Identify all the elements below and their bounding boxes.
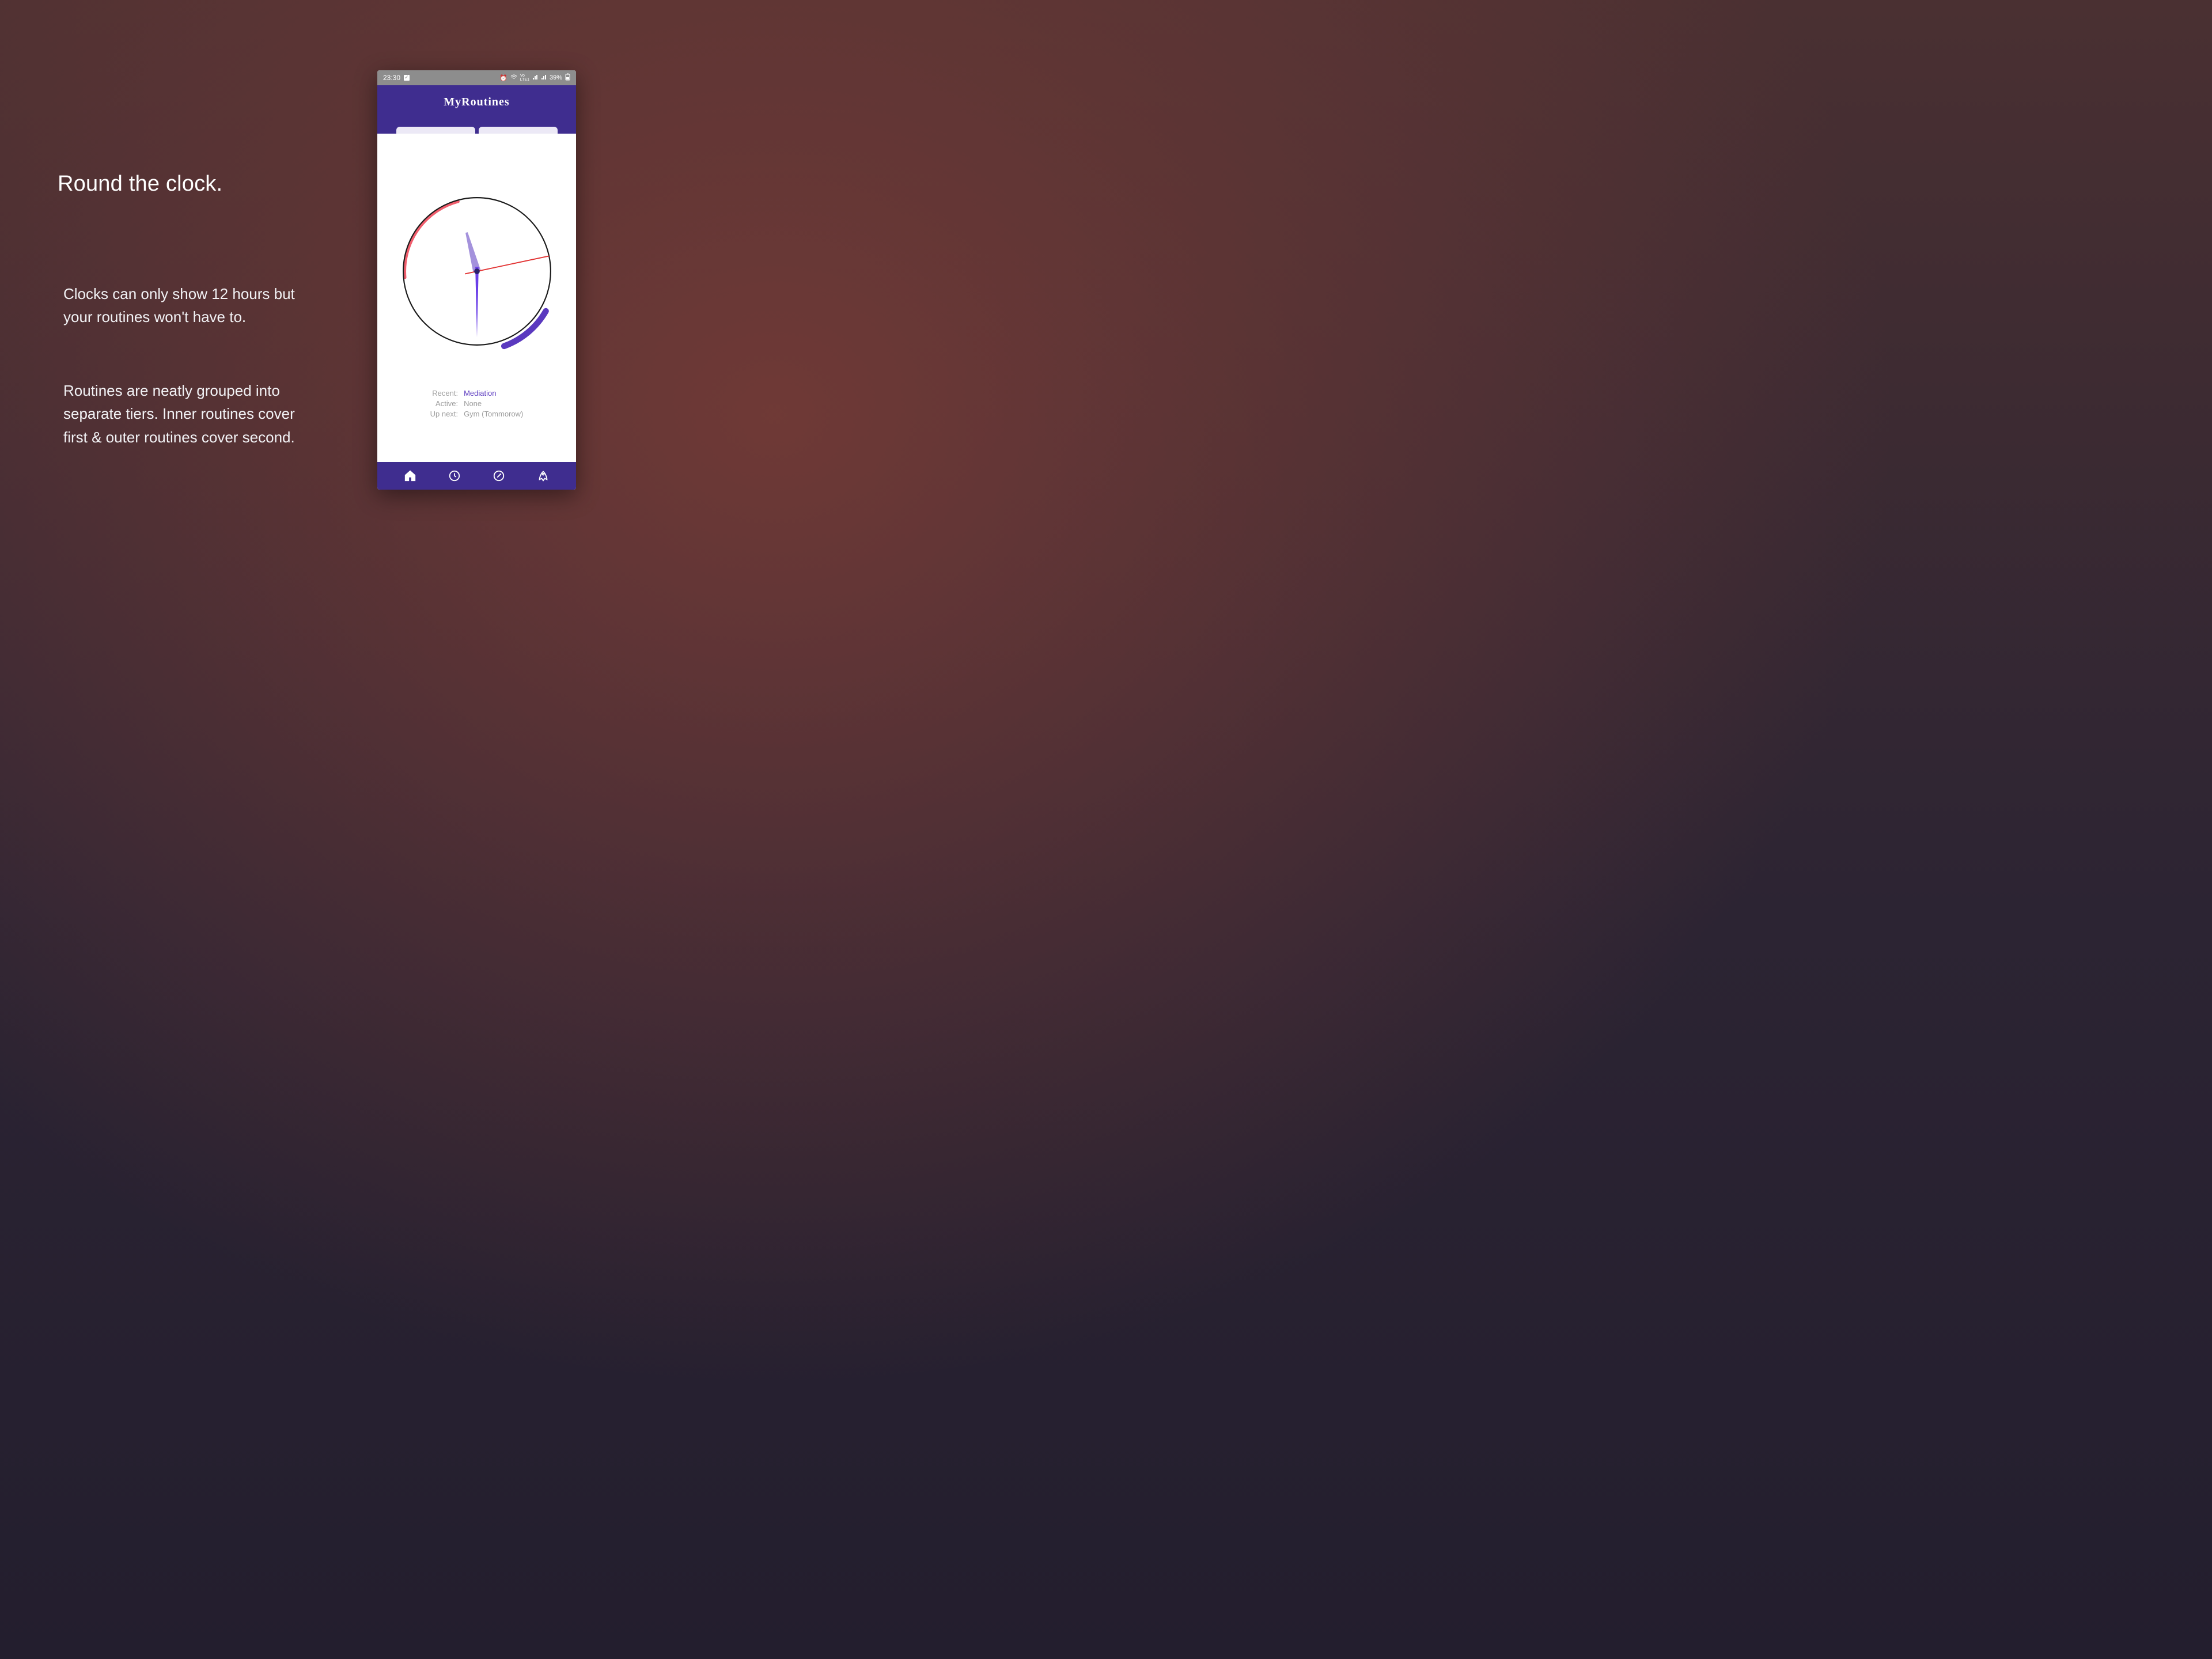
status-tray: ⏰ VoLTE1 39% bbox=[499, 73, 570, 82]
upnext-label: Up next: bbox=[430, 410, 458, 418]
clock-area: Recent: Mediation Active: None Up next: … bbox=[377, 134, 576, 462]
marketing-paragraph-2: Routines are neatly grouped into separat… bbox=[63, 379, 311, 449]
nav-home-icon[interactable] bbox=[403, 469, 417, 483]
active-label: Active: bbox=[430, 399, 458, 408]
headline: Round the clock. bbox=[58, 172, 222, 196]
recent-value[interactable]: Mediation bbox=[464, 389, 523, 397]
battery-icon bbox=[565, 73, 570, 82]
battery-percent: 39% bbox=[550, 74, 562, 81]
wifi-icon bbox=[510, 74, 517, 82]
bottom-nav bbox=[377, 462, 576, 490]
marketing-paragraph-1: Clocks can only show 12 hours but your r… bbox=[63, 282, 311, 329]
signal-icon bbox=[532, 74, 538, 82]
alarm-icon: ⏰ bbox=[499, 74, 507, 82]
lte-icon: VoLTE1 bbox=[520, 74, 529, 82]
header-tab-left[interactable] bbox=[396, 127, 475, 134]
routine-status: Recent: Mediation Active: None Up next: … bbox=[377, 389, 576, 418]
signal-icon-2 bbox=[541, 74, 547, 82]
header-tab-right[interactable] bbox=[479, 127, 558, 134]
upnext-value: Gym (Tommorow) bbox=[464, 410, 523, 418]
status-time: 23:30 bbox=[383, 74, 400, 82]
app-header: MyRoutines bbox=[377, 85, 576, 134]
status-bar: 23:30 ⏰ VoLTE1 39% bbox=[377, 70, 576, 85]
nav-edit-icon[interactable] bbox=[492, 469, 506, 483]
notification-icon bbox=[404, 75, 410, 81]
app-title: MyRoutines bbox=[444, 96, 509, 109]
nav-clock-icon[interactable] bbox=[448, 469, 461, 483]
recent-label: Recent: bbox=[430, 389, 458, 397]
phone-frame: 23:30 ⏰ VoLTE1 39% MyRoutines bbox=[377, 70, 576, 490]
nav-rocket-icon[interactable] bbox=[536, 469, 550, 483]
clock-face bbox=[388, 182, 566, 361]
header-tabs bbox=[396, 127, 558, 134]
active-value: None bbox=[464, 399, 523, 408]
